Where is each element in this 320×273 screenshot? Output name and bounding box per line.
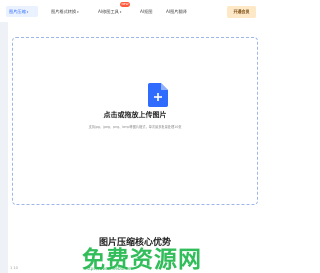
vip-button[interactable]: 开通会员 — [227, 6, 256, 18]
nav-item-label: 图片格式转换 — [51, 9, 77, 14]
file-plus-icon[interactable] — [148, 83, 168, 107]
nav-item-label: AI修图工具 — [98, 9, 119, 14]
upload-hint: 支持jpg、jpeg、png、bmp等图片格式，单次最多批量处理10张 — [88, 125, 182, 129]
upload-title: 点击或拖放上传图片 — [103, 111, 167, 119]
left-sidebar-strip — [0, 22, 8, 273]
watermark-url: https://www.freebuf.net — [85, 266, 132, 271]
nav-item-label: AI抠图 — [140, 9, 153, 14]
footer-text: 1 10 — [10, 266, 18, 270]
new-badge: NEW — [120, 2, 130, 7]
nav-item-image-compress[interactable]: 图片压缩▾ — [9, 7, 28, 16]
nav-item-ai-cutout[interactable]: AI抠图 — [140, 7, 152, 16]
nav-item-label: AI图片翻译 — [166, 9, 187, 14]
upload-dropzone[interactable] — [12, 37, 258, 205]
chevron-down-icon: ▾ — [119, 9, 122, 14]
nav-item-label: 图片压缩 — [9, 9, 26, 14]
nav-item-format-convert[interactable]: 图片格式转换▾ — [51, 7, 79, 16]
nav-item-ai-translate[interactable]: AI图片翻译 — [166, 7, 187, 16]
chevron-down-icon: ▾ — [77, 9, 79, 14]
top-navigation-bar: 图片压缩▾ 图片格式转换▾ AI修图工具▾ NEW AI抠图 AI图片翻译 开通… — [0, 0, 258, 22]
chevron-down-icon: ▾ — [26, 9, 29, 14]
nav-item-ai-tools[interactable]: AI修图工具▾ — [98, 7, 121, 16]
